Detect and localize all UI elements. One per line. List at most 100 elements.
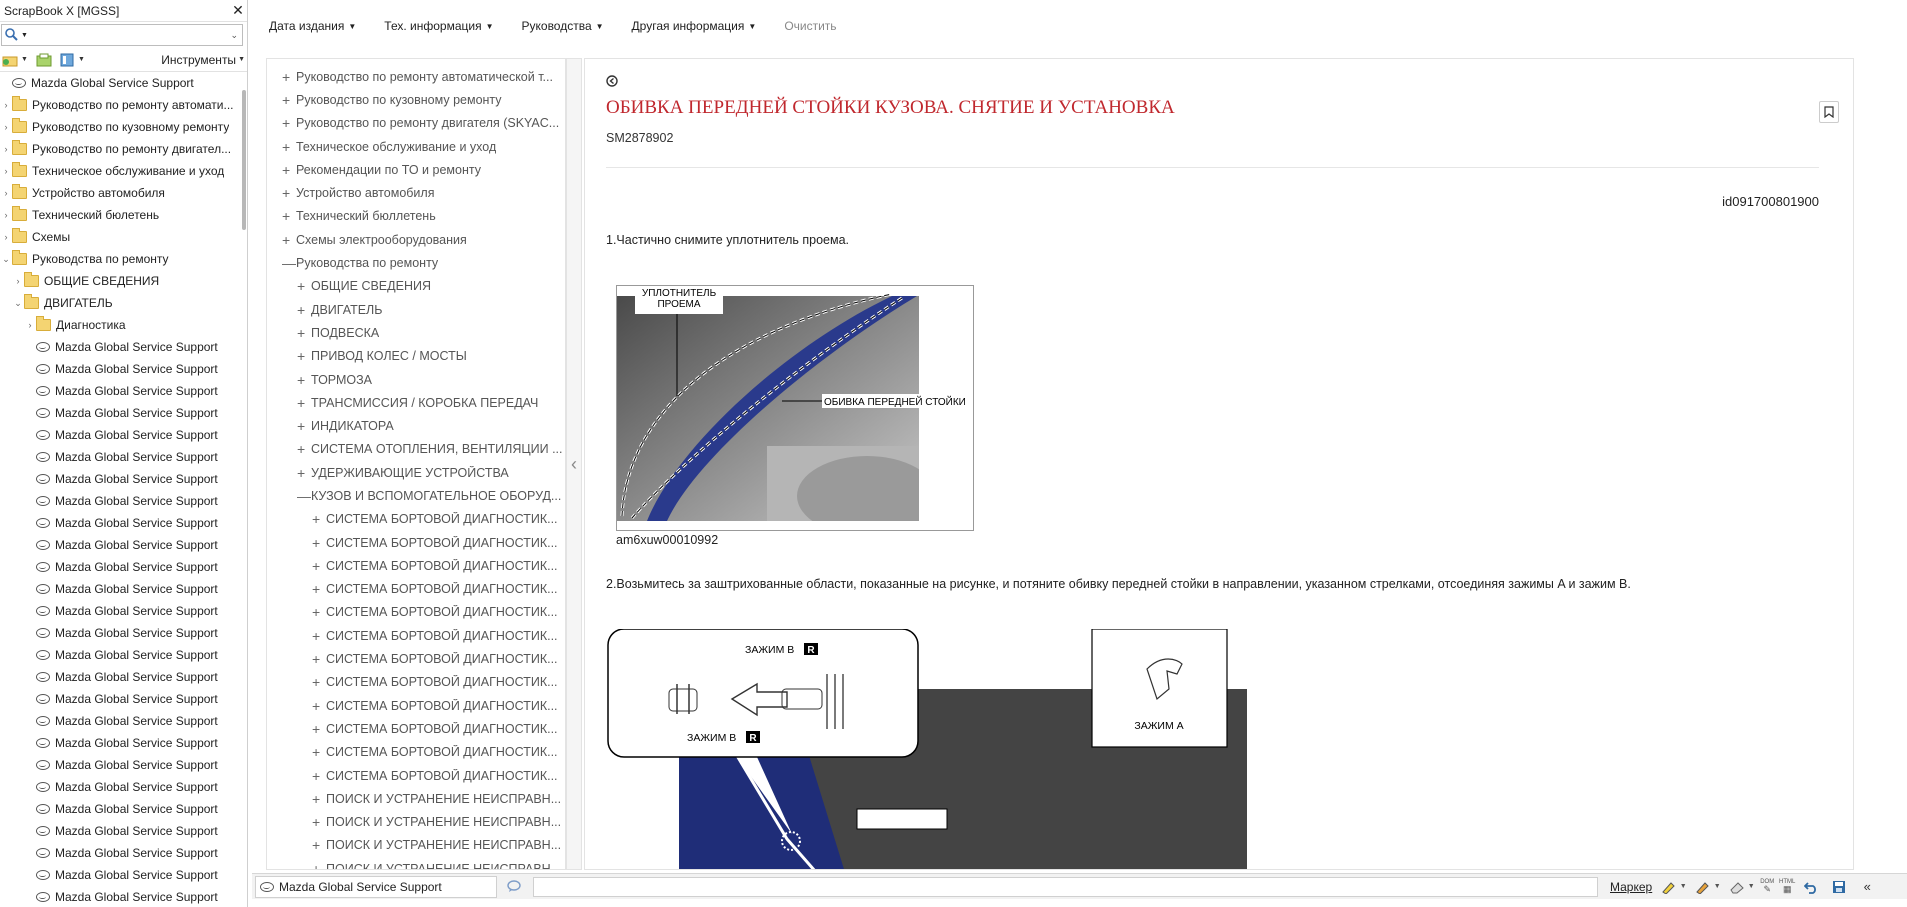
index-item[interactable]: + ПОИСК И УСТРАНЕНИЕ НЕИСПРАВН... (267, 834, 565, 857)
expand-plus-icon[interactable]: + (297, 348, 311, 364)
search-box[interactable]: ▼ ⌄ (1, 24, 243, 46)
sidebar-scrollbar[interactable] (242, 90, 246, 230)
sidebar-tree-item[interactable]: › Диагностика (0, 314, 239, 336)
status-page-title-box[interactable]: Mazda Global Service Support (255, 875, 497, 898)
nav-menu-3[interactable]: Другая информация ▼ (632, 19, 757, 33)
index-item[interactable]: + ПРИВОД КОЛЕС / МОСТЫ (267, 345, 565, 368)
sidebar-tree-item[interactable]: Mazda Global Service Support (0, 424, 239, 446)
save-icon[interactable] (1828, 879, 1850, 895)
close-icon[interactable]: ✕ (229, 2, 247, 19)
index-item[interactable]: + Схемы электрооборудования (267, 228, 565, 251)
sidebar-tree-item[interactable]: Mazda Global Service Support (0, 446, 239, 468)
expand-plus-icon[interactable]: + (282, 208, 296, 224)
sidebar-tree-item[interactable]: Mazda Global Service Support (0, 776, 239, 798)
open-folder-icon[interactable] (36, 53, 52, 67)
index-item[interactable]: + СИСТЕМА БОРТОВОЙ ДИАГНОСТИК... (267, 531, 565, 554)
sidebar-tree-item[interactable]: Mazda Global Service Support (0, 600, 239, 622)
sidebar-tree-item[interactable]: ⌄ ДВИГАТЕЛЬ (0, 292, 239, 314)
sidebar-tree-item[interactable]: Mazda Global Service Support (0, 732, 239, 754)
index-item[interactable]: + Техническое обслуживание и уход (267, 135, 565, 158)
search-dropdown-caret[interactable]: ▼ (21, 32, 28, 39)
expand-plus-icon[interactable]: + (282, 92, 296, 108)
sidebar-tree-item[interactable]: › Руководство по кузовному ремонту (0, 116, 239, 138)
index-item[interactable]: + СИСТЕМА БОРТОВОЙ ДИАГНОСТИК... (267, 554, 565, 577)
comment-icon[interactable] (507, 879, 525, 895)
index-item[interactable]: + ПОДВЕСКА (267, 321, 565, 344)
sidebar-tree-item[interactable]: Mazda Global Service Support (0, 622, 239, 644)
sidebar-tree-item[interactable]: Mazda Global Service Support (0, 578, 239, 600)
expand-plus-icon[interactable]: + (297, 465, 311, 481)
new-folder-caret[interactable]: ▼ (21, 56, 28, 63)
expand-plus-icon[interactable]: + (297, 418, 311, 434)
tools-menu[interactable]: Инструменты (161, 53, 236, 67)
expand-plus-icon[interactable]: + (297, 395, 311, 411)
sidebar-tree-item[interactable]: Mazda Global Service Support (0, 710, 239, 732)
view-icon[interactable] (59, 53, 75, 67)
expand-plus-icon[interactable]: + (297, 441, 311, 457)
sidebar-tree-item[interactable]: Mazda Global Service Support (0, 556, 239, 578)
index-item[interactable]: + Руководство по ремонту автоматической т… (267, 65, 565, 88)
sidebar-tree-item[interactable]: Mazda Global Service Support (0, 886, 239, 907)
chevron-right-icon[interactable]: › (0, 232, 12, 242)
eraser-caret[interactable]: ▼ (1748, 879, 1755, 895)
index-item[interactable]: + СИСТЕМА БОРТОВОЙ ДИАГНОСТИК... (267, 578, 565, 601)
expand-plus-icon[interactable]: + (282, 232, 296, 248)
chevron-down-icon[interactable]: ⌄ (0, 254, 12, 265)
index-item[interactable]: + СИСТЕМА БОРТОВОЙ ДИАГНОСТИК... (267, 624, 565, 647)
nav-menu-2[interactable]: Руководства ▼ (522, 19, 604, 33)
index-item[interactable]: + СИСТЕМА БОРТОВОЙ ДИАГНОСТИК... (267, 694, 565, 717)
sidebar-tree-item[interactable]: Mazda Global Service Support (0, 644, 239, 666)
index-item[interactable]: + ИНДИКАТОРА (267, 414, 565, 437)
sidebar-tree-item[interactable]: Mazda Global Service Support (0, 72, 239, 94)
sidebar-tree-item[interactable]: Mazda Global Service Support (0, 402, 239, 424)
index-item[interactable]: + УДЕРЖИВАЮЩИЕ УСТРОЙСТВА (267, 461, 565, 484)
chevron-left-icon[interactable]: ‹ (571, 454, 577, 475)
chevron-right-icon[interactable]: › (0, 100, 12, 110)
highlighter-yellow-icon[interactable] (1658, 879, 1680, 895)
index-item[interactable]: + СИСТЕМА БОРТОВОЙ ДИАГНОСТИК... (267, 508, 565, 531)
sidebar-tree-item[interactable]: Mazda Global Service Support (0, 864, 239, 886)
sidebar-tree-item[interactable]: Mazda Global Service Support (0, 468, 239, 490)
expand-plus-icon[interactable]: + (312, 721, 326, 737)
bookmark-button[interactable] (1819, 101, 1839, 123)
index-item[interactable]: + ТРАНСМИССИЯ / КОРОБКА ПЕРЕДАЧ (267, 391, 565, 414)
expand-plus-icon[interactable]: + (312, 674, 326, 690)
undo-icon[interactable] (1800, 879, 1822, 895)
expand-plus-icon[interactable]: + (312, 604, 326, 620)
index-item[interactable]: + СИСТЕМА БОРТОВОЙ ДИАГНОСТИК... (267, 647, 565, 670)
expand-plus-icon[interactable]: + (312, 581, 326, 597)
index-item[interactable]: + ДВИГАТЕЛЬ (267, 298, 565, 321)
new-folder-icon[interactable] (2, 53, 18, 67)
nav-menu-0[interactable]: Дата издания ▼ (269, 19, 356, 33)
index-item[interactable]: + ПОИСК И УСТРАНЕНИЕ НЕИСПРАВН... (267, 857, 565, 869)
sidebar-tree-item[interactable]: Mazda Global Service Support (0, 820, 239, 842)
sidebar-tree-item[interactable]: › Руководство по ремонту автомати... (0, 94, 239, 116)
expand-plus-icon[interactable]: + (282, 185, 296, 201)
expand-plus-icon[interactable]: + (297, 278, 311, 294)
expand-plus-icon[interactable]: + (297, 325, 311, 341)
sidebar-tree-item[interactable]: › Технический бюлетень (0, 204, 239, 226)
index-item[interactable]: + ТОРМОЗА (267, 368, 565, 391)
collapse-minus-icon[interactable]: — (297, 488, 311, 504)
index-item[interactable]: + Руководство по кузовному ремонту (267, 88, 565, 111)
annotation-input[interactable] (533, 876, 1598, 897)
expand-plus-icon[interactable]: + (312, 628, 326, 644)
chevron-down-icon[interactable]: ⌄ (230, 30, 242, 41)
sidebar-tree-item[interactable]: › ОБЩИЕ СВЕДЕНИЯ (0, 270, 239, 292)
chevron-down-icon[interactable]: ⌄ (12, 298, 24, 309)
eraser-icon[interactable] (1726, 879, 1748, 895)
index-item[interactable]: — Руководства по ремонту (267, 251, 565, 274)
expand-plus-icon[interactable]: + (312, 535, 326, 551)
expand-plus-icon[interactable]: + (312, 651, 326, 667)
sidebar-tree-item[interactable]: Mazda Global Service Support (0, 754, 239, 776)
expand-plus-icon[interactable]: + (282, 115, 296, 131)
expand-plus-icon[interactable]: + (297, 372, 311, 388)
expand-plus-icon[interactable]: + (282, 139, 296, 155)
index-item[interactable]: + ПОИСК И УСТРАНЕНИЕ НЕИСПРАВН... (267, 787, 565, 810)
index-item[interactable]: + ПОИСК И УСТРАНЕНИЕ НЕИСПРАВН... (267, 811, 565, 834)
sidebar-tree-item[interactable]: Mazda Global Service Support (0, 666, 239, 688)
sidebar-tree-item[interactable]: ⌄ Руководства по ремонту (0, 248, 239, 270)
index-item[interactable]: + СИСТЕМА БОРТОВОЙ ДИАГНОСТИК... (267, 601, 565, 624)
expand-plus-icon[interactable]: + (312, 698, 326, 714)
highlighter-orange-caret[interactable]: ▼ (1714, 879, 1721, 895)
